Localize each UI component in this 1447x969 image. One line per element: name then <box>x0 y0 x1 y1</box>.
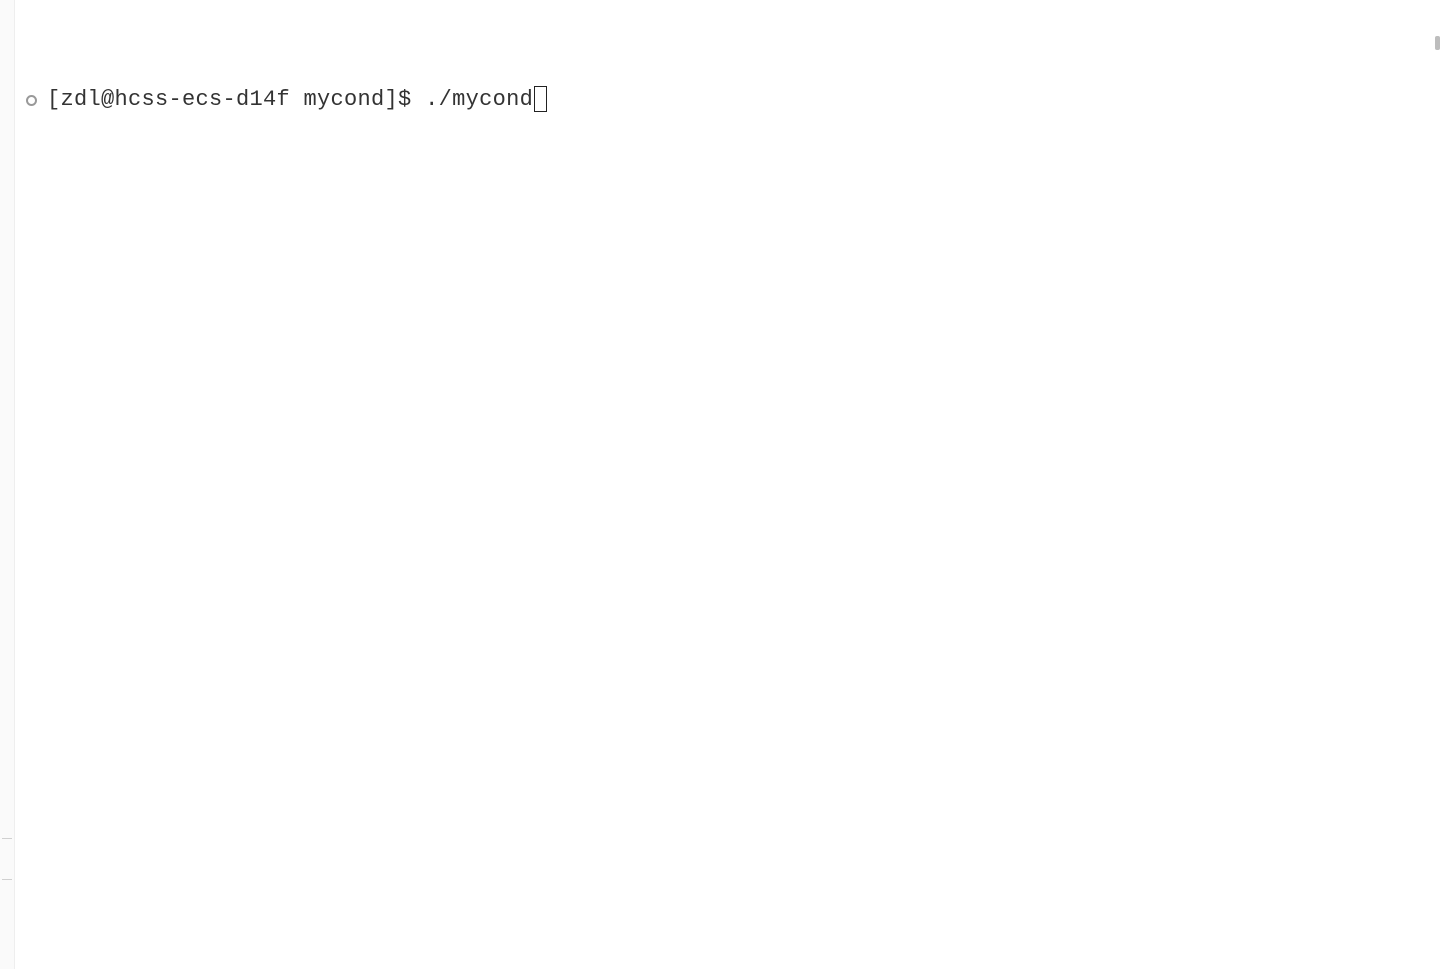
terminal-pane[interactable]: [zdl@hcss-ecs-d14f mycond]$ ./mycond <box>18 0 1447 969</box>
terminal-cursor <box>534 86 547 112</box>
status-circle-icon <box>26 95 37 106</box>
scrollbar-thumb[interactable] <box>1435 36 1440 50</box>
gutter-mark <box>2 838 12 839</box>
gutter-mark <box>2 879 12 880</box>
shell-prompt: [zdl@hcss-ecs-d14f mycond]$ <box>47 86 425 115</box>
vertical-scrollbar[interactable] <box>1431 0 1445 969</box>
terminal-line: [zdl@hcss-ecs-d14f mycond]$ ./mycond <box>26 86 1439 115</box>
typed-command: ./mycond <box>425 86 533 115</box>
editor-gutter <box>0 0 15 969</box>
